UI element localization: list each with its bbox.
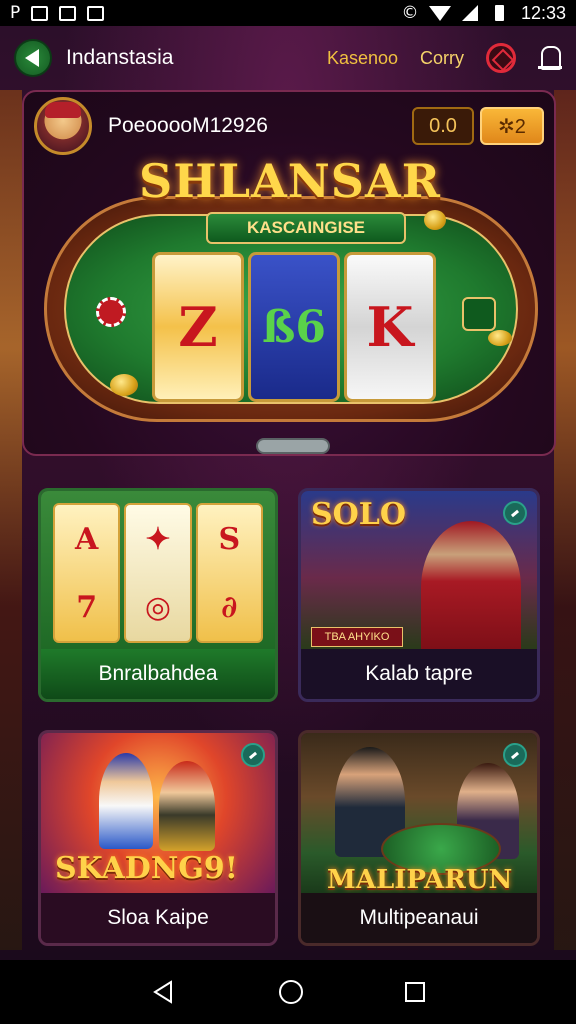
reel-symbol: ✦ [145,521,171,557]
wifi-icon [428,5,451,21]
card-info-icon[interactable] [503,501,527,525]
game-card-art-title: MALIPARUN [327,865,513,895]
game-card-cards[interactable]: SKADNG9! Sloa Kaipe [38,730,278,946]
character-figure [159,761,215,851]
game-card-slots[interactable]: A 7 ✦ ◎ S ∂ Bnralbahdea [38,488,278,702]
player-username: PoeooooM12926 [108,114,268,137]
system-nav-bar [0,960,576,1024]
reel-symbol: ∂ [221,589,238,625]
app-header: Indanstasia Kasenoo Corry [0,30,576,86]
nav-back-icon[interactable] [151,979,177,1005]
game-card-multiplayer[interactable]: MALIPARUN Multipeanaui [298,730,540,946]
card-info-icon[interactable] [241,743,265,767]
card-info-icon[interactable] [503,743,527,767]
game-card-host[interactable]: SOLO TBA AHYIKO Kalab tapre [298,488,540,702]
coin-counter[interactable]: ✲2 [480,107,544,145]
game-card-label: Sloa Kaipe [41,893,275,943]
player-row: PoeooooM12926 0.0 ✲2 [34,97,544,155]
nav-recents-icon[interactable] [405,982,425,1002]
green-chip-icon [462,297,496,331]
battery-icon [491,5,509,21]
score-counter[interactable]: 0.0 [412,107,474,145]
reel-symbol: ◎ [144,589,172,625]
notification-app-icon [30,5,48,21]
back-arrow-icon [25,49,39,67]
hero-game-title: SHLANSAR [139,154,441,208]
bell-icon[interactable] [538,44,562,72]
avatar[interactable] [34,97,92,155]
red-chip-icon [96,297,126,327]
coin-icon [110,374,138,396]
target-icon[interactable] [486,43,516,73]
side-decoration-left [0,90,22,950]
featured-game-panel[interactable]: PoeooooM12926 0.0 ✲2 SHLANSAR KASCAINGIS… [22,90,556,456]
hero-reels[interactable]: Z ß6 K [152,252,436,402]
game-card-art-title: SKADNG9! [55,851,238,886]
reel-2: ß6 [248,252,340,402]
game-card-label: Multipeanaui [301,893,537,943]
reel-symbol: 7 [76,589,98,625]
host-figure [421,521,521,655]
reel-3: K [344,252,436,402]
page-title: Indanstasia [66,46,174,69]
table-handle [256,438,330,454]
reel-symbol: S [218,521,241,557]
game-card-art: SKADNG9! [41,733,275,893]
game-card-art-title: SOLO [311,497,407,532]
header-link-casino[interactable]: Kasenoo [327,48,398,69]
header-link-corry[interactable]: Corry [420,48,464,69]
reel-1: Z [152,252,244,402]
side-decoration-right [554,90,576,950]
status-left-label: P [10,3,21,23]
reel-symbol: A [75,521,99,557]
game-card-label: Bnralbahdea [41,649,275,699]
game-card-art: SOLO TBA AHYIKO [301,491,537,655]
status-time: 12:33 [520,2,566,23]
game-card-label: Kalab tapre [301,649,537,699]
notification-image-icon [58,5,76,21]
coin-icon [488,330,512,346]
game-card-art: A 7 ✦ ◎ S ∂ [41,491,275,649]
hero-game-subtitle: KASCAINGISE [206,212,406,244]
character-figure [99,753,153,849]
game-card-art: MALIPARUN [301,733,537,895]
signal-icon [461,5,479,21]
nav-home-icon[interactable] [279,980,303,1004]
system-status-bar: P © 12:33 [0,0,576,26]
host-banner: TBA AHYIKO [311,627,403,647]
mini-reels: A 7 ✦ ◎ S ∂ [53,503,263,643]
coin-icon [424,210,446,230]
back-button[interactable] [14,39,52,77]
vpn-icon: © [401,3,419,23]
notification-photo-icon [86,5,104,21]
